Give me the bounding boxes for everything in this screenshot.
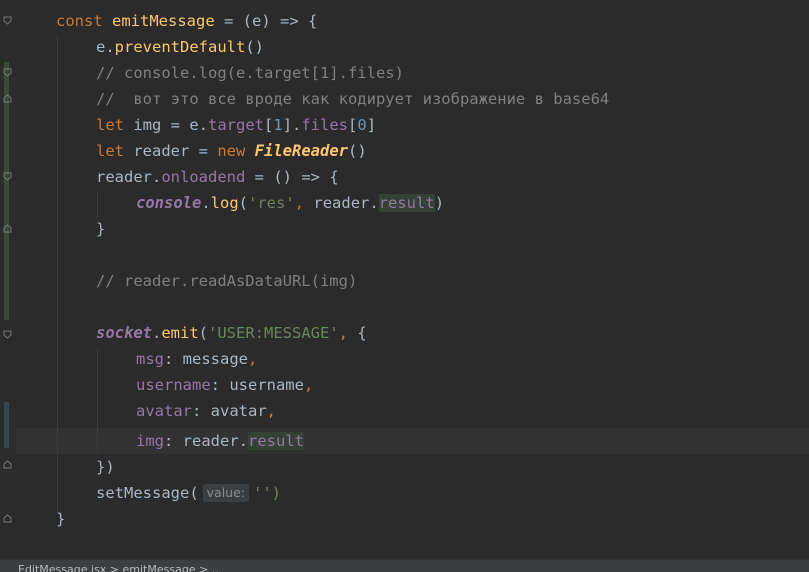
code-text: : avatar bbox=[192, 402, 267, 420]
code-line-15: username: username, bbox=[136, 372, 313, 398]
breadcrumb[interactable]: EditMessage.jsx > emitMessage > ... bbox=[18, 563, 222, 572]
string: '') bbox=[253, 484, 282, 502]
code-text: : message bbox=[164, 350, 248, 368]
fold-icon[interactable] bbox=[3, 68, 12, 77]
code-text: ]. bbox=[282, 116, 302, 134]
keyword-const: const bbox=[56, 12, 103, 30]
property: target bbox=[208, 116, 264, 134]
usage-highlight: result bbox=[378, 194, 435, 212]
code-text: : reader. bbox=[164, 432, 248, 450]
function-name: emitMessage bbox=[112, 12, 215, 30]
fold-icon[interactable] bbox=[3, 330, 12, 339]
code-area[interactable]: const emitMessage = (e) => { e.preventDe… bbox=[16, 0, 809, 560]
object-key: username bbox=[136, 376, 211, 394]
breadcrumb-bar: EditMessage.jsx > emitMessage > ... bbox=[0, 559, 809, 572]
code-line-19: setMessage(value: '') bbox=[96, 480, 281, 506]
code-text: ( bbox=[238, 194, 249, 212]
code-text: () bbox=[348, 142, 367, 160]
class-name: FileReader bbox=[254, 142, 348, 160]
indent-guide bbox=[97, 192, 98, 218]
object-key: img bbox=[136, 432, 164, 450]
string: 'res' bbox=[248, 194, 295, 212]
global-object: console bbox=[136, 194, 202, 212]
string: 'USER:MESSAGE' bbox=[208, 324, 339, 342]
code-text: e. bbox=[96, 38, 115, 56]
code-text: = (e) => { bbox=[214, 12, 318, 30]
property: files bbox=[301, 116, 349, 134]
number: 0 bbox=[357, 116, 367, 134]
code-line-18: }) bbox=[96, 454, 115, 480]
code-text: } bbox=[96, 220, 106, 238]
code-text: }) bbox=[96, 458, 115, 476]
comment: // console.log(e.target[1].files) bbox=[96, 64, 404, 82]
code-line-9: } bbox=[96, 216, 105, 242]
comma: , bbox=[303, 376, 314, 394]
method-name: log bbox=[210, 194, 239, 212]
code-line-2: e.preventDefault() bbox=[96, 34, 264, 60]
property: onloadend bbox=[161, 168, 246, 186]
comment: // вот это все вроде как кодирует изобра… bbox=[96, 90, 610, 108]
usage-highlight: result bbox=[248, 432, 304, 450]
code-line-4: // вот это все вроде как кодирует изобра… bbox=[96, 86, 609, 112]
code-line-8: console.log('res', reader.result) bbox=[136, 190, 444, 216]
code-text: = () => { bbox=[245, 168, 339, 186]
code-text: . bbox=[152, 324, 162, 342]
code-line-5: let img = e.target[1].files[0] bbox=[96, 112, 376, 138]
code-text: . bbox=[201, 194, 211, 212]
code-text: img = e. bbox=[124, 116, 208, 134]
keyword-let: let bbox=[96, 142, 124, 160]
change-marker-modified[interactable] bbox=[4, 402, 9, 448]
method-name: preventDefault bbox=[114, 38, 246, 56]
indent-guide bbox=[97, 350, 98, 454]
comment: // reader.readAsDataURL(img) bbox=[96, 272, 358, 290]
code-text: : username bbox=[210, 376, 304, 394]
indent-guide bbox=[57, 36, 58, 512]
code-line-14: msg: message, bbox=[136, 346, 257, 372]
fold-icon[interactable] bbox=[3, 94, 12, 103]
code-text: [ bbox=[264, 116, 274, 134]
keyword-let: let bbox=[96, 116, 124, 134]
code-line-7: reader.onloadend = () => { bbox=[96, 164, 339, 190]
fold-icon[interactable] bbox=[3, 224, 12, 233]
fold-icon[interactable] bbox=[3, 460, 12, 469]
number: 1 bbox=[273, 116, 283, 134]
caret-line-highlight bbox=[16, 428, 809, 454]
code-text: [ bbox=[348, 116, 358, 134]
code-text: { bbox=[348, 324, 367, 342]
code-text: () bbox=[245, 38, 264, 56]
code-line-16: avatar: avatar, bbox=[136, 398, 276, 424]
code-line-6: let reader = new FileReader() bbox=[96, 138, 367, 164]
object-key: avatar bbox=[136, 402, 192, 420]
parameter-hint: value: bbox=[202, 484, 250, 502]
fold-icon[interactable] bbox=[3, 514, 12, 523]
fold-icon[interactable] bbox=[3, 172, 12, 181]
code-text: reader. bbox=[96, 168, 162, 186]
comma: , bbox=[266, 402, 276, 420]
comma: , bbox=[338, 324, 349, 342]
code-line-3: // console.log(e.target[1].files) bbox=[96, 60, 404, 86]
code-text: ) bbox=[434, 194, 445, 212]
code-editor[interactable]: const emitMessage = (e) => { e.preventDe… bbox=[0, 0, 809, 560]
comma: , bbox=[248, 350, 258, 368]
method-name: emit bbox=[161, 324, 199, 342]
fold-icon[interactable] bbox=[3, 16, 12, 25]
code-text: ] bbox=[366, 116, 377, 134]
code-line-20: } bbox=[56, 506, 65, 532]
code-line-13: socket.emit('USER:MESSAGE', { bbox=[96, 320, 367, 346]
global-object: socket bbox=[96, 324, 152, 342]
object-key: msg bbox=[136, 350, 164, 368]
comma: , bbox=[294, 194, 305, 212]
code-text: ( bbox=[198, 324, 209, 342]
code-text: reader. bbox=[304, 194, 379, 212]
code-line-17: img: reader.result bbox=[136, 428, 304, 454]
code-text: } bbox=[56, 510, 66, 528]
keyword-new: new bbox=[217, 142, 246, 160]
code-text: reader = bbox=[124, 142, 218, 160]
code-text: setMessage( bbox=[96, 484, 199, 502]
editor-gutter bbox=[0, 0, 16, 560]
code-line-1: const emitMessage = (e) => { bbox=[56, 8, 317, 34]
code-line-11: // reader.readAsDataURL(img) bbox=[96, 268, 357, 294]
